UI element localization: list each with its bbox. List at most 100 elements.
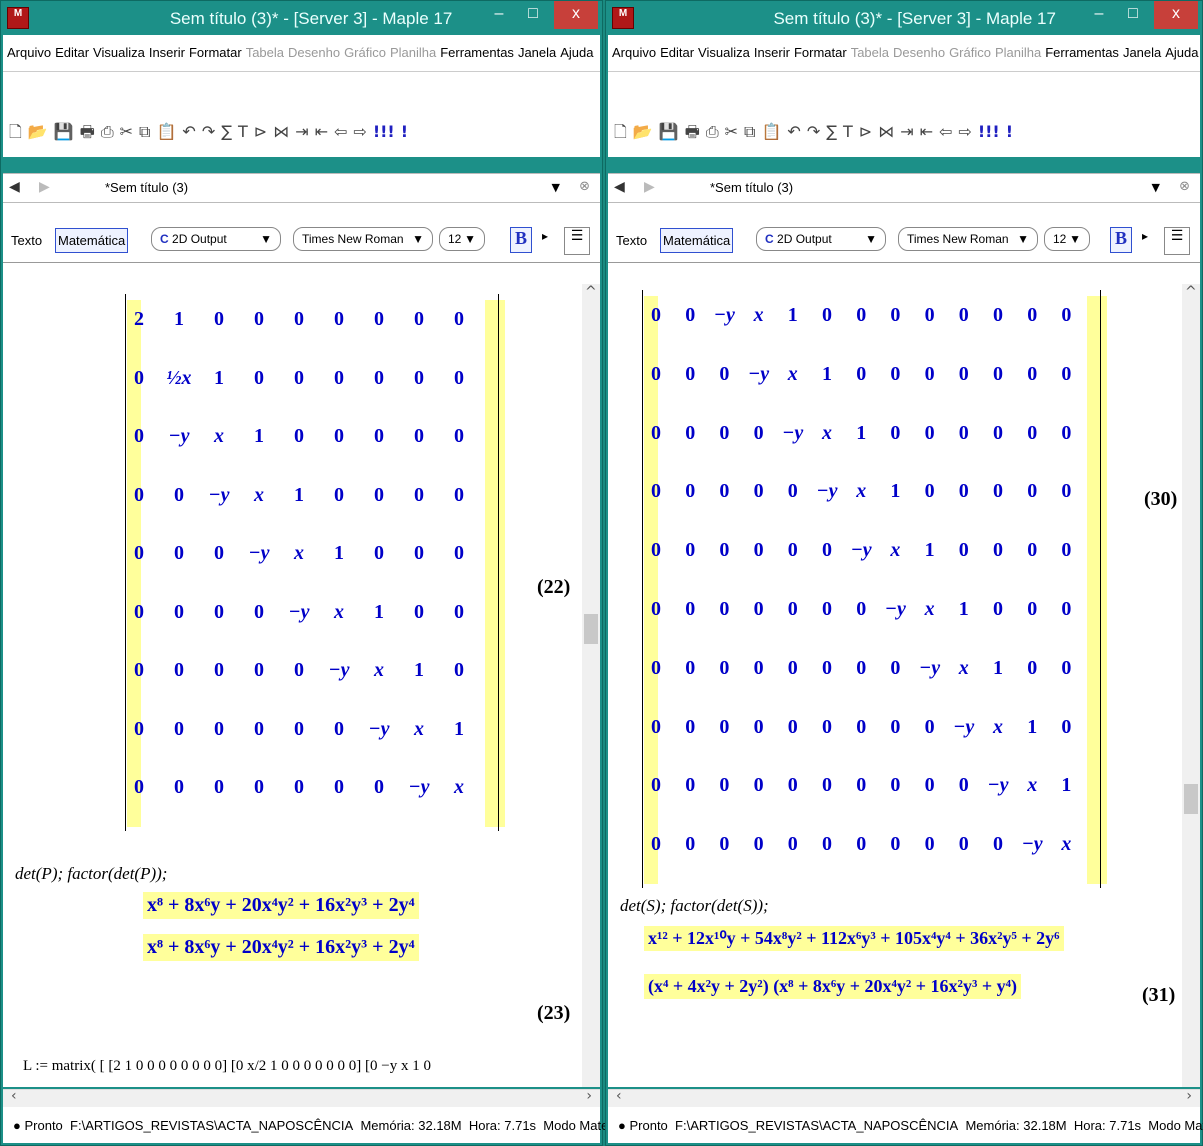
undo-icon[interactable]: ↶ — [787, 122, 800, 141]
menu-item-2[interactable]: Visualiza — [93, 45, 145, 60]
minimize-button[interactable]: – — [484, 1, 514, 29]
tab-back-icon[interactable]: ◀ — [614, 179, 625, 195]
menu-item-2[interactable]: Visualiza — [698, 45, 750, 60]
paste-icon[interactable]: 📋 — [156, 122, 176, 141]
save-icon[interactable]: 💾 — [659, 122, 679, 141]
scroll-left-icon[interactable]: ‹ — [11, 1088, 17, 1104]
print-preview-icon[interactable]: ⎙ — [706, 122, 719, 142]
input-command[interactable]: det(S); factor(det(S)); — [620, 896, 769, 916]
back-icon[interactable]: ⇦ — [334, 122, 347, 141]
new-document-icon[interactable]: 🗋 — [9, 121, 22, 148]
horizontal-scrollbar[interactable]: ‹ › — [3, 1088, 600, 1107]
menu-item-0[interactable]: Arquivo — [612, 45, 656, 60]
menu-item-7[interactable]: Gráfico — [949, 45, 991, 60]
cut-icon[interactable]: ✂ — [120, 122, 133, 141]
execute-icon[interactable]: ! — [401, 122, 408, 141]
maximize-button[interactable]: □ — [1118, 1, 1148, 29]
redo-icon[interactable]: ↷ — [807, 122, 820, 141]
text-icon[interactable]: T — [843, 122, 853, 141]
font-select[interactable]: Times New Roman ▼ — [898, 227, 1038, 251]
redo-icon[interactable]: ↷ — [202, 122, 215, 141]
menu-item-4[interactable]: Formatar — [794, 45, 847, 60]
more-options-icon[interactable]: ▸ — [542, 229, 548, 243]
print-preview-icon[interactable]: ⎙ — [101, 122, 114, 142]
menu-item-5[interactable]: Tabela — [246, 45, 284, 60]
menu-item-5[interactable]: Tabela — [851, 45, 889, 60]
menu-item-6[interactable]: Desenho — [288, 45, 340, 60]
section-icon[interactable]: ⋈ — [273, 122, 289, 141]
open-icon[interactable]: 📂 — [633, 122, 653, 141]
execute-all-icon[interactable]: !!! — [978, 122, 1000, 141]
menu-item-8[interactable]: Planilha — [390, 45, 436, 60]
math-mode-button[interactable]: Matemática — [55, 228, 129, 253]
menu-item-10[interactable]: Janela — [518, 45, 556, 60]
outdent-icon[interactable]: ⇤ — [315, 122, 328, 141]
execute-icon[interactable]: ! — [1006, 122, 1013, 141]
copy-icon[interactable]: ⧉ — [744, 122, 755, 142]
menu-item-10[interactable]: Janela — [1123, 45, 1161, 60]
vertical-scrollbar[interactable]: ^ — [582, 284, 600, 1087]
size-select[interactable]: 12 ▼ — [1044, 227, 1090, 251]
horizontal-scrollbar[interactable]: ‹ › — [608, 1088, 1200, 1107]
print-icon[interactable]: 🖶 — [80, 121, 95, 148]
maximize-button[interactable]: □ — [518, 1, 548, 29]
new-document-icon[interactable]: 🗋 — [614, 121, 627, 148]
prompt-icon[interactable]: ⊳ — [859, 122, 872, 141]
indent-icon[interactable]: ⇥ — [900, 122, 913, 141]
menu-item-0[interactable]: Arquivo — [7, 45, 51, 60]
open-icon[interactable]: 📂 — [28, 122, 48, 141]
tab-back-icon[interactable]: ◀ — [9, 179, 20, 195]
worksheet[interactable]: 2 1 0 0 0 0 0 0 0 0 ½x 1 0 0 0 0 0 0 0 −y x 1 0 0 0 0 0 0 0 −y x 1 0 0 0 0 0… — [3, 284, 582, 1087]
tab-close-icon[interactable]: ⊗ — [1179, 179, 1190, 194]
menu-item-4[interactable]: Formatar — [189, 45, 242, 60]
partial-input-line[interactable]: L := matrix( [ [2 1 0 0 0 0 0 0 0 0] [0 … — [23, 1058, 431, 1075]
menu-item-6[interactable]: Desenho — [893, 45, 945, 60]
tab-document[interactable]: *Sem título (3) — [105, 180, 188, 195]
scroll-right-icon[interactable]: › — [586, 1088, 592, 1104]
bold-button[interactable]: B — [510, 227, 532, 253]
size-select[interactable]: 12 ▼ — [439, 227, 485, 251]
forward-icon[interactable]: ⇨ — [353, 122, 366, 141]
tab-document[interactable]: *Sem título (3) — [710, 180, 793, 195]
copy-icon[interactable]: ⧉ — [139, 122, 150, 142]
insert-math-icon[interactable]: ∑ — [221, 122, 232, 141]
minimize-button[interactable]: – — [1084, 1, 1114, 29]
scroll-thumb[interactable] — [584, 614, 598, 644]
palette-icon[interactable]: ☰ — [1164, 227, 1190, 255]
save-icon[interactable]: 💾 — [54, 122, 74, 141]
insert-math-icon[interactable]: ∑ — [826, 122, 837, 141]
tab-forward-icon[interactable]: ▶ — [644, 179, 655, 195]
indent-icon[interactable]: ⇥ — [295, 122, 308, 141]
close-button[interactable]: x — [1154, 1, 1198, 29]
prompt-icon[interactable]: ⊳ — [254, 122, 267, 141]
execute-all-icon[interactable]: !!! — [373, 122, 395, 141]
menu-item-1[interactable]: Editar — [55, 45, 89, 60]
menu-item-1[interactable]: Editar — [660, 45, 694, 60]
menu-item-9[interactable]: Ferramentas — [1045, 45, 1119, 60]
input-command[interactable]: det(P); factor(det(P)); — [15, 864, 167, 884]
more-options-icon[interactable]: ▸ — [1142, 229, 1148, 243]
section-icon[interactable]: ⋈ — [878, 122, 894, 141]
menu-item-8[interactable]: Planilha — [995, 45, 1041, 60]
text-mode-button[interactable]: Texto — [11, 233, 42, 248]
back-icon[interactable]: ⇦ — [939, 122, 952, 141]
print-icon[interactable]: 🖶 — [685, 121, 700, 148]
menu-item-11[interactable]: Ajuda — [1165, 45, 1198, 60]
forward-icon[interactable]: ⇨ — [958, 122, 971, 141]
style-select[interactable]: C 2D Output ▼ — [151, 227, 281, 251]
tab-forward-icon[interactable]: ▶ — [39, 179, 50, 195]
vertical-scrollbar[interactable]: ^ — [1182, 284, 1200, 1087]
style-select[interactable]: C 2D Output ▼ — [756, 227, 886, 251]
worksheet[interactable]: 0 0 −y x 1 0 0 0 0 0 0 0 0 0 0 0 −y x 1 0 0 0 0 0 0 0 0 0 0 0 −y x 1 0 0 0 0… — [608, 284, 1182, 1087]
font-select[interactable]: Times New Roman ▼ — [293, 227, 433, 251]
menu-item-3[interactable]: Inserir — [149, 45, 185, 60]
math-mode-button[interactable]: Matemática — [660, 228, 734, 253]
scroll-up-icon[interactable]: ^ — [585, 284, 597, 300]
undo-icon[interactable]: ↶ — [182, 122, 195, 141]
scroll-right-icon[interactable]: › — [1186, 1088, 1192, 1104]
menu-item-9[interactable]: Ferramentas — [440, 45, 514, 60]
menu-item-7[interactable]: Gráfico — [344, 45, 386, 60]
outdent-icon[interactable]: ⇤ — [920, 122, 933, 141]
palette-icon[interactable]: ☰ — [564, 227, 590, 255]
menu-item-11[interactable]: Ajuda — [560, 45, 593, 60]
